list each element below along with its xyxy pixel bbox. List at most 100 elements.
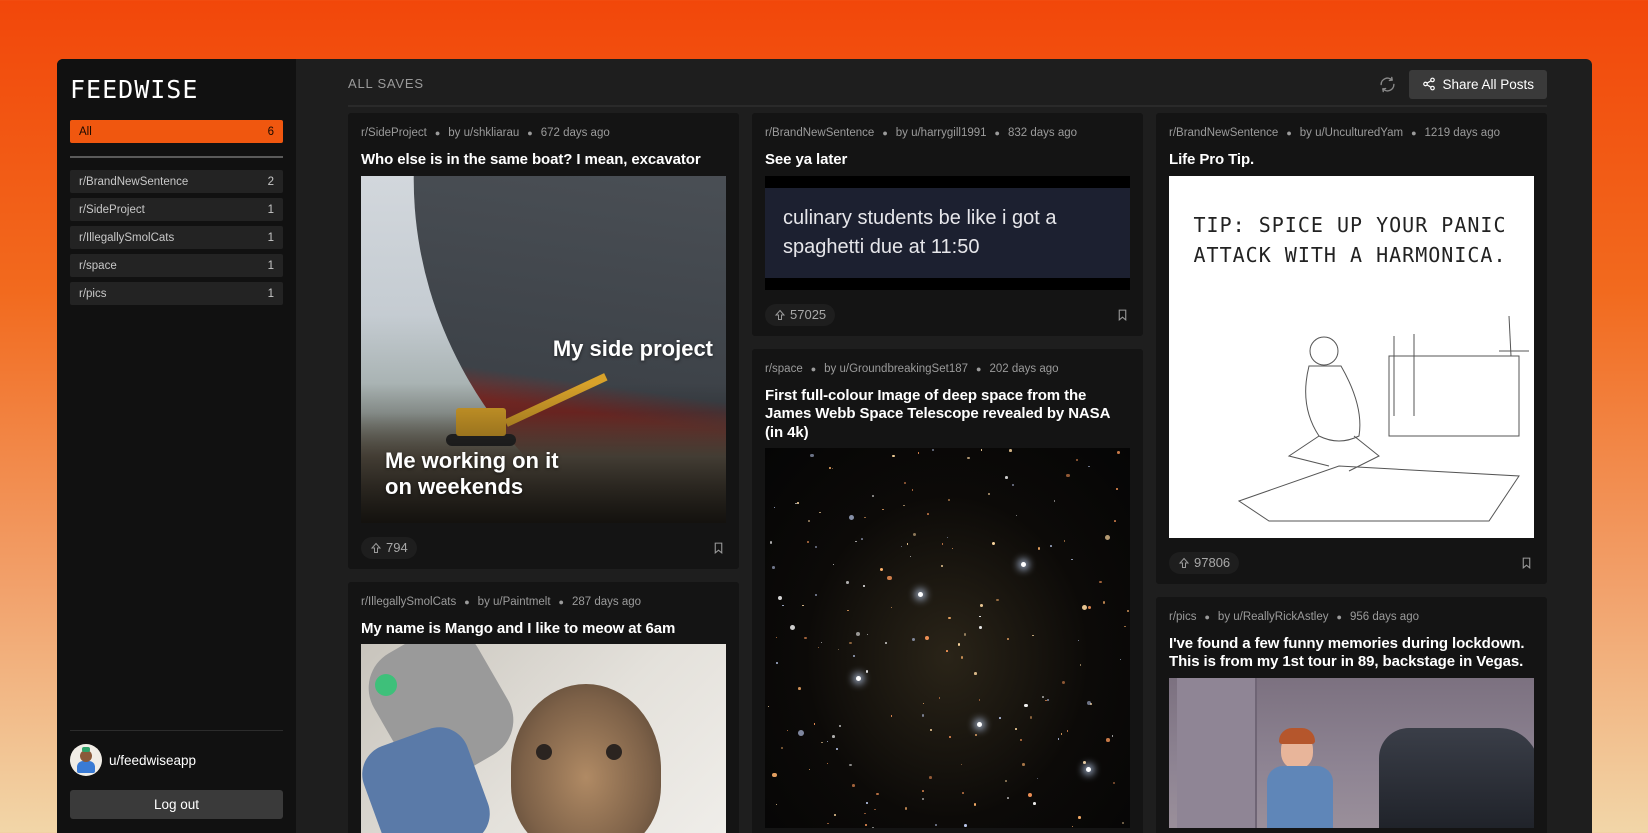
post-image[interactable] — [361, 644, 726, 833]
star — [772, 772, 777, 778]
star — [867, 633, 869, 635]
refresh-icon[interactable] — [1377, 74, 1397, 94]
post-subreddit[interactable]: r/BrandNewSentence — [1169, 127, 1278, 139]
bookmark-icon[interactable] — [1518, 555, 1534, 571]
star — [1005, 476, 1009, 480]
bookmark-icon[interactable] — [1114, 307, 1130, 323]
sidebar: FEEDWISE All 6 r/BrandNewSentence 2 r/Si… — [57, 59, 296, 833]
star — [1064, 540, 1066, 542]
star — [924, 636, 929, 641]
sidebar-item-label: All — [79, 125, 92, 138]
sidebar-item-count: 1 — [267, 259, 274, 272]
post-subreddit[interactable]: r/SideProject — [361, 127, 427, 139]
sidebar-item-sideproject[interactable]: r/SideProject 1 — [70, 198, 283, 221]
post-author[interactable]: by u/harrygill1991 — [896, 127, 987, 139]
post-image[interactable] — [765, 448, 1130, 828]
star — [988, 493, 991, 496]
sidebar-item-label: r/space — [79, 259, 117, 272]
star — [890, 606, 892, 608]
post-title[interactable]: First full-colour Image of deep space fr… — [765, 387, 1130, 443]
posts-column: r/BrandNewSentence ● by u/UnculturedYam ● … — [1156, 113, 1547, 833]
star — [769, 541, 773, 544]
bookmark-icon[interactable] — [710, 540, 726, 556]
star — [1011, 484, 1015, 487]
post-image[interactable] — [1169, 677, 1534, 828]
star — [975, 733, 978, 736]
star — [874, 808, 876, 811]
sidebar-item-count: 1 — [267, 287, 274, 300]
post-card[interactable]: r/space ● by u/GroundbreakingSet187 ● 202 … — [752, 348, 1143, 833]
logout-button[interactable]: Log out — [70, 790, 283, 819]
post-age: 1219 days ago — [1424, 127, 1500, 139]
post-subreddit[interactable]: r/IllegallySmolCats — [361, 596, 456, 608]
star — [1117, 450, 1121, 454]
post-subreddit[interactable]: r/pics — [1169, 611, 1196, 623]
star — [941, 565, 943, 567]
sidebar-item-count: 6 — [267, 125, 274, 138]
post-card[interactable]: r/SideProject ● by u/shkliarau ● 672 days … — [348, 113, 739, 569]
post-card[interactable]: r/BrandNewSentence ● by u/UnculturedYam ● … — [1156, 113, 1547, 584]
post-age: 672 days ago — [540, 127, 610, 139]
sidebar-item-space[interactable]: r/space 1 — [70, 254, 283, 277]
sidebar-item-count: 2 — [267, 175, 274, 188]
post-author[interactable]: by u/GroundbreakingSet187 — [824, 363, 968, 375]
star — [849, 641, 852, 645]
star — [773, 506, 776, 509]
post-image[interactable]: TIP: SPICE UP YOUR PANIC ATTACK WITH A H… — [1169, 175, 1534, 538]
post-title[interactable]: Who else is in the same boat? I mean, ex… — [361, 151, 726, 170]
post-author[interactable]: by u/Paintmelt — [478, 596, 551, 608]
star — [847, 609, 849, 612]
post-title[interactable]: My name is Mango and I like to meow at 6… — [361, 620, 726, 639]
sidebar-item-pics[interactable]: r/pics 1 — [70, 282, 283, 305]
star — [980, 604, 983, 607]
post-author[interactable]: by u/ReallyRickAstley — [1218, 611, 1329, 623]
post-subreddit[interactable]: r/BrandNewSentence — [765, 127, 874, 139]
star — [865, 801, 869, 804]
star — [903, 504, 905, 507]
post-card[interactable]: r/pics ● by u/ReallyRickAstley ● 956 days … — [1156, 596, 1547, 833]
post-author[interactable]: by u/shkliarau — [448, 127, 519, 139]
star — [780, 747, 783, 750]
share-all-posts-button[interactable]: Share All Posts — [1409, 69, 1547, 99]
star — [882, 508, 884, 511]
user-profile[interactable]: u/feedwiseapp — [70, 744, 283, 776]
star — [922, 702, 925, 705]
sidebar-item-all[interactable]: All 6 — [70, 120, 283, 143]
post-image[interactable]: culinary students be like i got a spaghe… — [765, 175, 1130, 290]
star — [848, 763, 852, 767]
sidebar-item-illegallysmolcats[interactable]: r/IllegallySmolCats 1 — [70, 226, 283, 249]
star — [767, 705, 769, 708]
posts-column: r/BrandNewSentence ● by u/harrygill1991 ● … — [752, 113, 1143, 833]
post-card[interactable]: r/IllegallySmolCats ● by u/Paintmelt ● 287… — [348, 581, 739, 833]
post-title[interactable]: Life Pro Tip. — [1169, 151, 1534, 170]
star — [802, 604, 804, 607]
post-author[interactable]: by u/UnculturedYam — [1300, 127, 1403, 139]
post-title[interactable]: I've found a few funny memories during l… — [1169, 635, 1534, 672]
star — [946, 650, 948, 652]
tweet-text: culinary students be like i got a spaghe… — [765, 187, 1130, 278]
star — [961, 656, 964, 659]
sidebar-divider — [70, 156, 283, 158]
star — [1045, 700, 1047, 702]
post-card[interactable]: r/BrandNewSentence ● by u/harrygill1991 ● … — [752, 113, 1143, 336]
star — [906, 542, 909, 545]
meme-caption-bottom: Me working on it on weekends — [385, 447, 559, 499]
upvote-icon — [370, 542, 382, 553]
star — [1124, 625, 1126, 628]
star — [979, 626, 983, 629]
star — [796, 501, 799, 504]
star — [865, 670, 869, 673]
star — [862, 584, 866, 587]
star — [775, 662, 778, 665]
app-window: FEEDWISE All 6 r/BrandNewSentence 2 r/Si… — [57, 59, 1592, 833]
star — [1099, 580, 1102, 584]
star — [815, 546, 818, 549]
star — [910, 555, 912, 557]
sidebar-item-brandnewsentence[interactable]: r/BrandNewSentence 2 — [70, 170, 283, 193]
post-subreddit[interactable]: r/space — [765, 363, 803, 375]
star — [884, 641, 887, 645]
post-image[interactable]: My side project Me working on it on week… — [361, 175, 726, 523]
post-title[interactable]: See ya later — [765, 151, 1130, 170]
star — [833, 563, 835, 565]
post-age: 202 days ago — [989, 362, 1059, 375]
